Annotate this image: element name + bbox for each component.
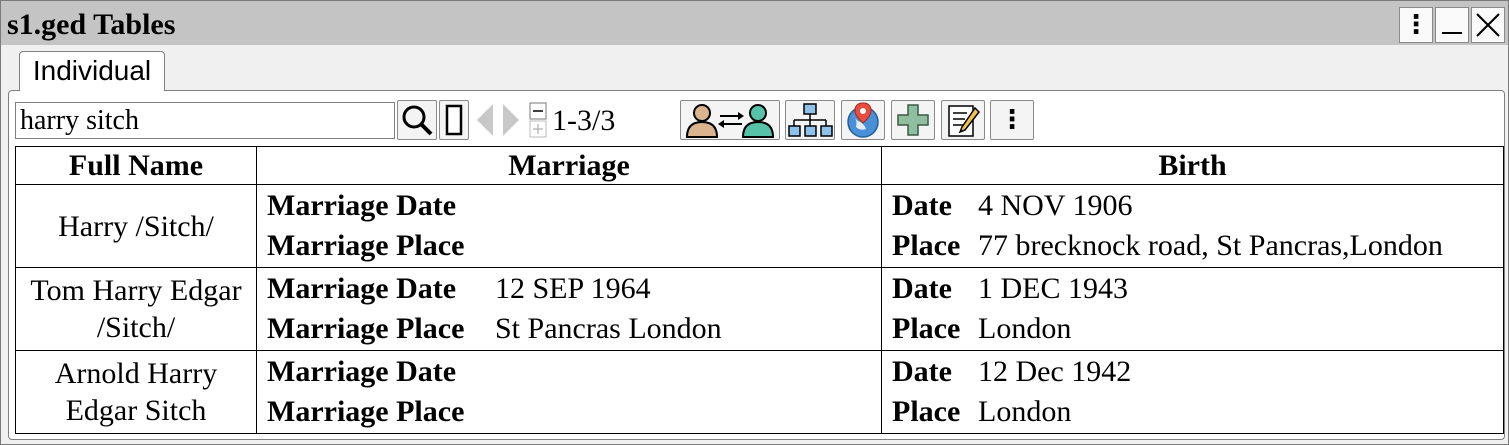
full-name-cell[interactable]: Tom Harry Edgar /Sitch/ [15,267,257,351]
prev-button[interactable] [473,101,497,139]
close-button[interactable] [1471,7,1505,43]
marriage-cell[interactable]: Marriage Date Marriage Place [256,184,882,268]
marriage-cell[interactable]: Marriage Date 12 SEP 1964 Marriage Place S… [256,267,882,351]
edit-icon [948,105,980,137]
birth-date-value: 4 NOV 1906 [978,189,1133,222]
minimize-button[interactable] [1435,7,1469,43]
birth-place-value: 77 brecknock road, St Pancras,London [978,229,1443,262]
search-input[interactable] [15,102,395,139]
edit-button[interactable] [941,100,985,140]
add-button[interactable] [891,100,935,140]
table-row[interactable]: Tom Harry Edgar /Sitch/ Marriage Date 12 … [15,267,1504,351]
relationship-button[interactable] [680,100,780,140]
individual-table: Full Name Marriage Birth Harry /Sitch/ M… [15,146,1504,434]
full-name-cell[interactable]: Arnold Harry Edgar Sitch [15,350,257,434]
birth-date-label: Date [892,355,952,388]
search-button[interactable] [397,100,437,140]
vertical-dots-icon: ⋮ [1403,10,1429,40]
tree-icon [788,103,833,137]
prev-icon [477,104,493,136]
full-name-cell[interactable]: Harry /Sitch/ [15,184,257,268]
result-count: 1-3/3 [552,104,616,137]
map-button[interactable] [841,100,885,140]
marriage-date-value: 12 SEP 1964 [495,272,651,305]
marriage-date-label: Marriage Date [267,189,457,222]
more-icon: ⋮ [999,105,1025,135]
more-button[interactable]: ⋮ [990,100,1034,140]
marriage-place-label: Marriage Place [267,395,465,428]
expand-collapse-icon [529,102,547,138]
column-header-full-name[interactable]: Full Name [15,146,257,185]
app-window: s1.ged Tables ⋮ Individual 1-3/3 [0,0,1509,445]
filter-toggle-button[interactable] [439,100,469,140]
table-row[interactable]: Arnold Harry Edgar Sitch Marriage Date M… [15,350,1504,434]
birth-place-label: Place [892,395,961,428]
filter-icon [445,104,463,136]
birth-date-value: 12 Dec 1942 [978,355,1132,388]
add-icon [897,104,929,136]
birth-date-label: Date [892,189,952,222]
column-header-marriage[interactable]: Marriage [256,146,882,185]
expand-collapse-control[interactable] [529,101,547,139]
map-icon [847,102,879,138]
birth-date-label: Date [892,272,952,305]
window-menu-button[interactable]: ⋮ [1399,7,1433,43]
marriage-date-label: Marriage Date [267,272,457,305]
birth-cell[interactable]: Date 12 Dec 1942 Place London [881,350,1504,434]
search-icon [402,105,433,136]
table-row[interactable]: Harry /Sitch/ Marriage Date Marriage Pla… [15,184,1504,268]
marriage-place-label: Marriage Place [267,229,465,262]
title-bar: s1.ged Tables ⋮ [1,1,1508,45]
marriage-date-label: Marriage Date [267,355,457,388]
birth-place-label: Place [892,312,961,345]
next-button[interactable] [499,101,523,139]
birth-cell[interactable]: Date 4 NOV 1906 Place 77 brecknock road, S… [881,184,1504,268]
tree-button[interactable] [785,100,835,140]
marriage-cell[interactable]: Marriage Date Marriage Place [256,350,882,434]
close-icon [1476,13,1500,37]
marriage-place-value: St Pancras London [495,312,722,345]
birth-cell[interactable]: Date 1 DEC 1943 Place London [881,267,1504,351]
next-icon [503,104,519,136]
relationship-icon [685,104,775,138]
table-header-row: Full Name Marriage Birth [15,146,1504,185]
minimize-icon [1442,32,1462,34]
tab-individual[interactable]: Individual [19,51,165,91]
column-header-birth[interactable]: Birth [881,146,1504,185]
birth-place-label: Place [892,229,961,262]
window-title: s1.ged Tables [7,8,176,41]
birth-place-value: London [978,395,1072,428]
birth-date-value: 1 DEC 1943 [978,272,1128,305]
marriage-place-label: Marriage Place [267,312,465,345]
birth-place-value: London [978,312,1072,345]
